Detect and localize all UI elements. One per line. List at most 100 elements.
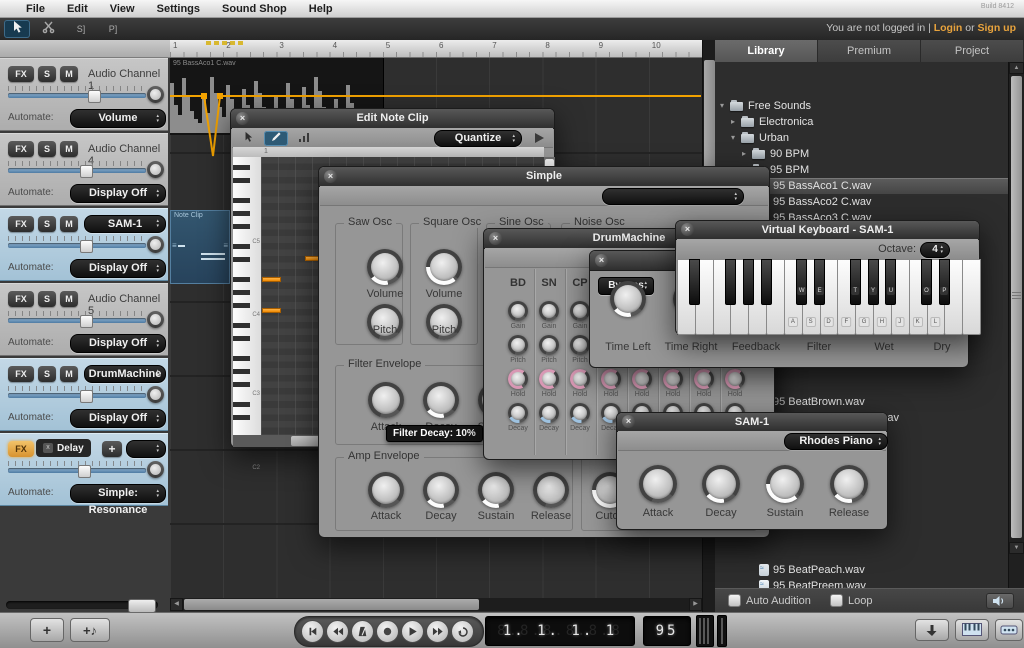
- pan-knob[interactable]: [147, 386, 164, 403]
- channel-strip-1[interactable]: FXSMAudio Channel 1Automate:Volume: [0, 58, 168, 131]
- quantize-dropdown[interactable]: Quantize: [434, 130, 522, 147]
- mute-button[interactable]: M: [60, 141, 78, 157]
- metronome-icon[interactable]: [351, 620, 374, 643]
- channel-zoom-handle[interactable]: [128, 599, 156, 613]
- scroll-down-button[interactable]: ▼: [1009, 542, 1024, 554]
- tree-expand-icon[interactable]: ▾: [720, 101, 724, 110]
- filter-attack-knob[interactable]: [368, 382, 404, 418]
- black-key[interactable]: [850, 259, 861, 305]
- black-key[interactable]: [868, 259, 879, 305]
- window-titlebar[interactable]: Virtual Keyboard - SAM-1: [676, 221, 979, 240]
- solo-button[interactable]: S: [38, 366, 56, 382]
- fx-button[interactable]: FX: [8, 141, 34, 157]
- automate-dropdown[interactable]: Display Off: [70, 259, 166, 278]
- show-devices-button[interactable]: [995, 619, 1023, 641]
- decay-knob[interactable]: [702, 465, 740, 503]
- show-keyboard-button[interactable]: [955, 619, 989, 641]
- channel-device-dropdown[interactable]: DrumMachine: [84, 365, 166, 383]
- note-clip[interactable]: Note Clip ≡ ≡: [170, 210, 230, 284]
- window-titlebar[interactable]: SAM-1: [617, 413, 887, 432]
- close-icon[interactable]: ×: [489, 232, 502, 245]
- timeline-hscrollbar[interactable]: [183, 598, 689, 611]
- drum-pitch-knob[interactable]: [508, 335, 528, 355]
- menu-edit[interactable]: Edit: [67, 3, 88, 15]
- volume-slider[interactable]: [8, 168, 146, 173]
- auto-audition-checkbox[interactable]: [728, 594, 741, 607]
- menu-view[interactable]: View: [110, 3, 135, 15]
- tree-expand-icon[interactable]: ▾: [731, 133, 735, 142]
- time-left-knob[interactable]: [610, 281, 646, 317]
- mute-button[interactable]: M: [60, 66, 78, 82]
- release-knob[interactable]: [830, 465, 868, 503]
- attack-knob[interactable]: [639, 465, 677, 503]
- record-icon[interactable]: [376, 620, 399, 643]
- drum-hold-knob[interactable]: [570, 369, 590, 389]
- loop-icon[interactable]: [451, 620, 474, 643]
- automate-dropdown[interactable]: Display Off: [70, 409, 166, 428]
- white-key[interactable]: [962, 259, 981, 335]
- tab-premium[interactable]: Premium: [818, 40, 921, 62]
- filter-decay-knob[interactable]: [423, 382, 459, 418]
- drum-hold-knob[interactable]: [694, 369, 714, 389]
- menu-help[interactable]: Help: [309, 3, 333, 15]
- hide-panel-button[interactable]: [915, 619, 949, 641]
- volume-slider-handle[interactable]: [78, 465, 91, 478]
- close-icon[interactable]: ×: [622, 415, 635, 428]
- audition-speaker-button[interactable]: [986, 593, 1014, 609]
- channel-strip-6[interactable]: FXxDelay+Automate:Simple: Resonance: [0, 433, 168, 506]
- pan-knob[interactable]: [147, 236, 164, 253]
- tab-library[interactable]: Library: [715, 40, 818, 62]
- window-titlebar[interactable]: Edit Note Clip: [231, 109, 554, 129]
- channel-strip-3[interactable]: FXSMSAM-1Automate:Display Off: [0, 208, 168, 281]
- window-titlebar[interactable]: Simple: [319, 167, 769, 187]
- drum-pitch-knob[interactable]: [570, 335, 590, 355]
- add-fx-button[interactable]: +: [102, 441, 122, 457]
- amp-sustain-knob[interactable]: [478, 472, 514, 508]
- close-icon[interactable]: ×: [681, 223, 694, 236]
- automate-dropdown[interactable]: Volume: [70, 109, 166, 128]
- black-key[interactable]: [725, 259, 736, 305]
- volume-slider[interactable]: [8, 318, 146, 323]
- signup-link[interactable]: Sign up: [978, 22, 1017, 34]
- preset-dropdown[interactable]: Rhodes Piano: [784, 433, 888, 450]
- drum-decay-knob[interactable]: [539, 403, 559, 423]
- volume-slider[interactable]: [8, 393, 146, 398]
- clip-left-handle[interactable]: ≡: [172, 241, 177, 250]
- rewind-icon[interactable]: [326, 620, 349, 643]
- black-key[interactable]: [796, 259, 807, 305]
- amp-release-knob[interactable]: [533, 472, 569, 508]
- simple-preset-dropdown[interactable]: [602, 188, 744, 205]
- midi-note[interactable]: [262, 308, 281, 313]
- pencil-tool-icon[interactable]: [264, 131, 288, 146]
- fx-button[interactable]: FX: [8, 66, 34, 82]
- tree-item-free-sounds[interactable]: ▾Free Sounds: [715, 98, 1008, 114]
- drum-decay-knob[interactable]: [508, 403, 528, 423]
- channel-strip-4[interactable]: FXSMAudio Channel 5Automate:Display Off: [0, 283, 168, 356]
- solo-button[interactable]: S: [38, 291, 56, 307]
- black-key[interactable]: [885, 259, 896, 305]
- fx-slot-dropdown[interactable]: [126, 440, 166, 458]
- black-key[interactable]: [743, 259, 754, 305]
- close-icon[interactable]: ×: [324, 170, 337, 183]
- pan-knob[interactable]: [147, 161, 164, 178]
- automate-dropdown[interactable]: Simple: Resonance: [70, 484, 166, 503]
- split-p-tool-icon[interactable]: P]: [100, 20, 126, 38]
- volume-slider-handle[interactable]: [80, 315, 93, 328]
- menu-settings[interactable]: Settings: [157, 3, 200, 15]
- close-icon[interactable]: ×: [236, 112, 249, 125]
- window-virtual-keyboard[interactable]: Virtual Keyboard - SAM-1 × Octave: 4 ASD…: [675, 220, 980, 335]
- scroll-left-button[interactable]: ◀: [170, 598, 183, 611]
- scroll-up-button[interactable]: ▲: [1009, 62, 1024, 74]
- velocity-tool-icon[interactable]: [292, 131, 316, 146]
- fx-delay-chip[interactable]: xDelay: [36, 439, 91, 457]
- skip-start-icon[interactable]: [301, 620, 324, 643]
- channel-strip-5[interactable]: FXSMDrumMachineAutomate:Display Off: [0, 358, 168, 431]
- library-vscrollbar[interactable]: ▲ ▼: [1008, 62, 1024, 612]
- menu-file[interactable]: File: [26, 3, 45, 15]
- bpm-display[interactable]: 88 95: [643, 616, 691, 646]
- volume-slider[interactable]: [8, 93, 146, 98]
- pointer-tool-icon[interactable]: [4, 20, 30, 38]
- black-key[interactable]: [921, 259, 932, 305]
- black-key[interactable]: [814, 259, 825, 305]
- drum-pitch-knob[interactable]: [539, 335, 559, 355]
